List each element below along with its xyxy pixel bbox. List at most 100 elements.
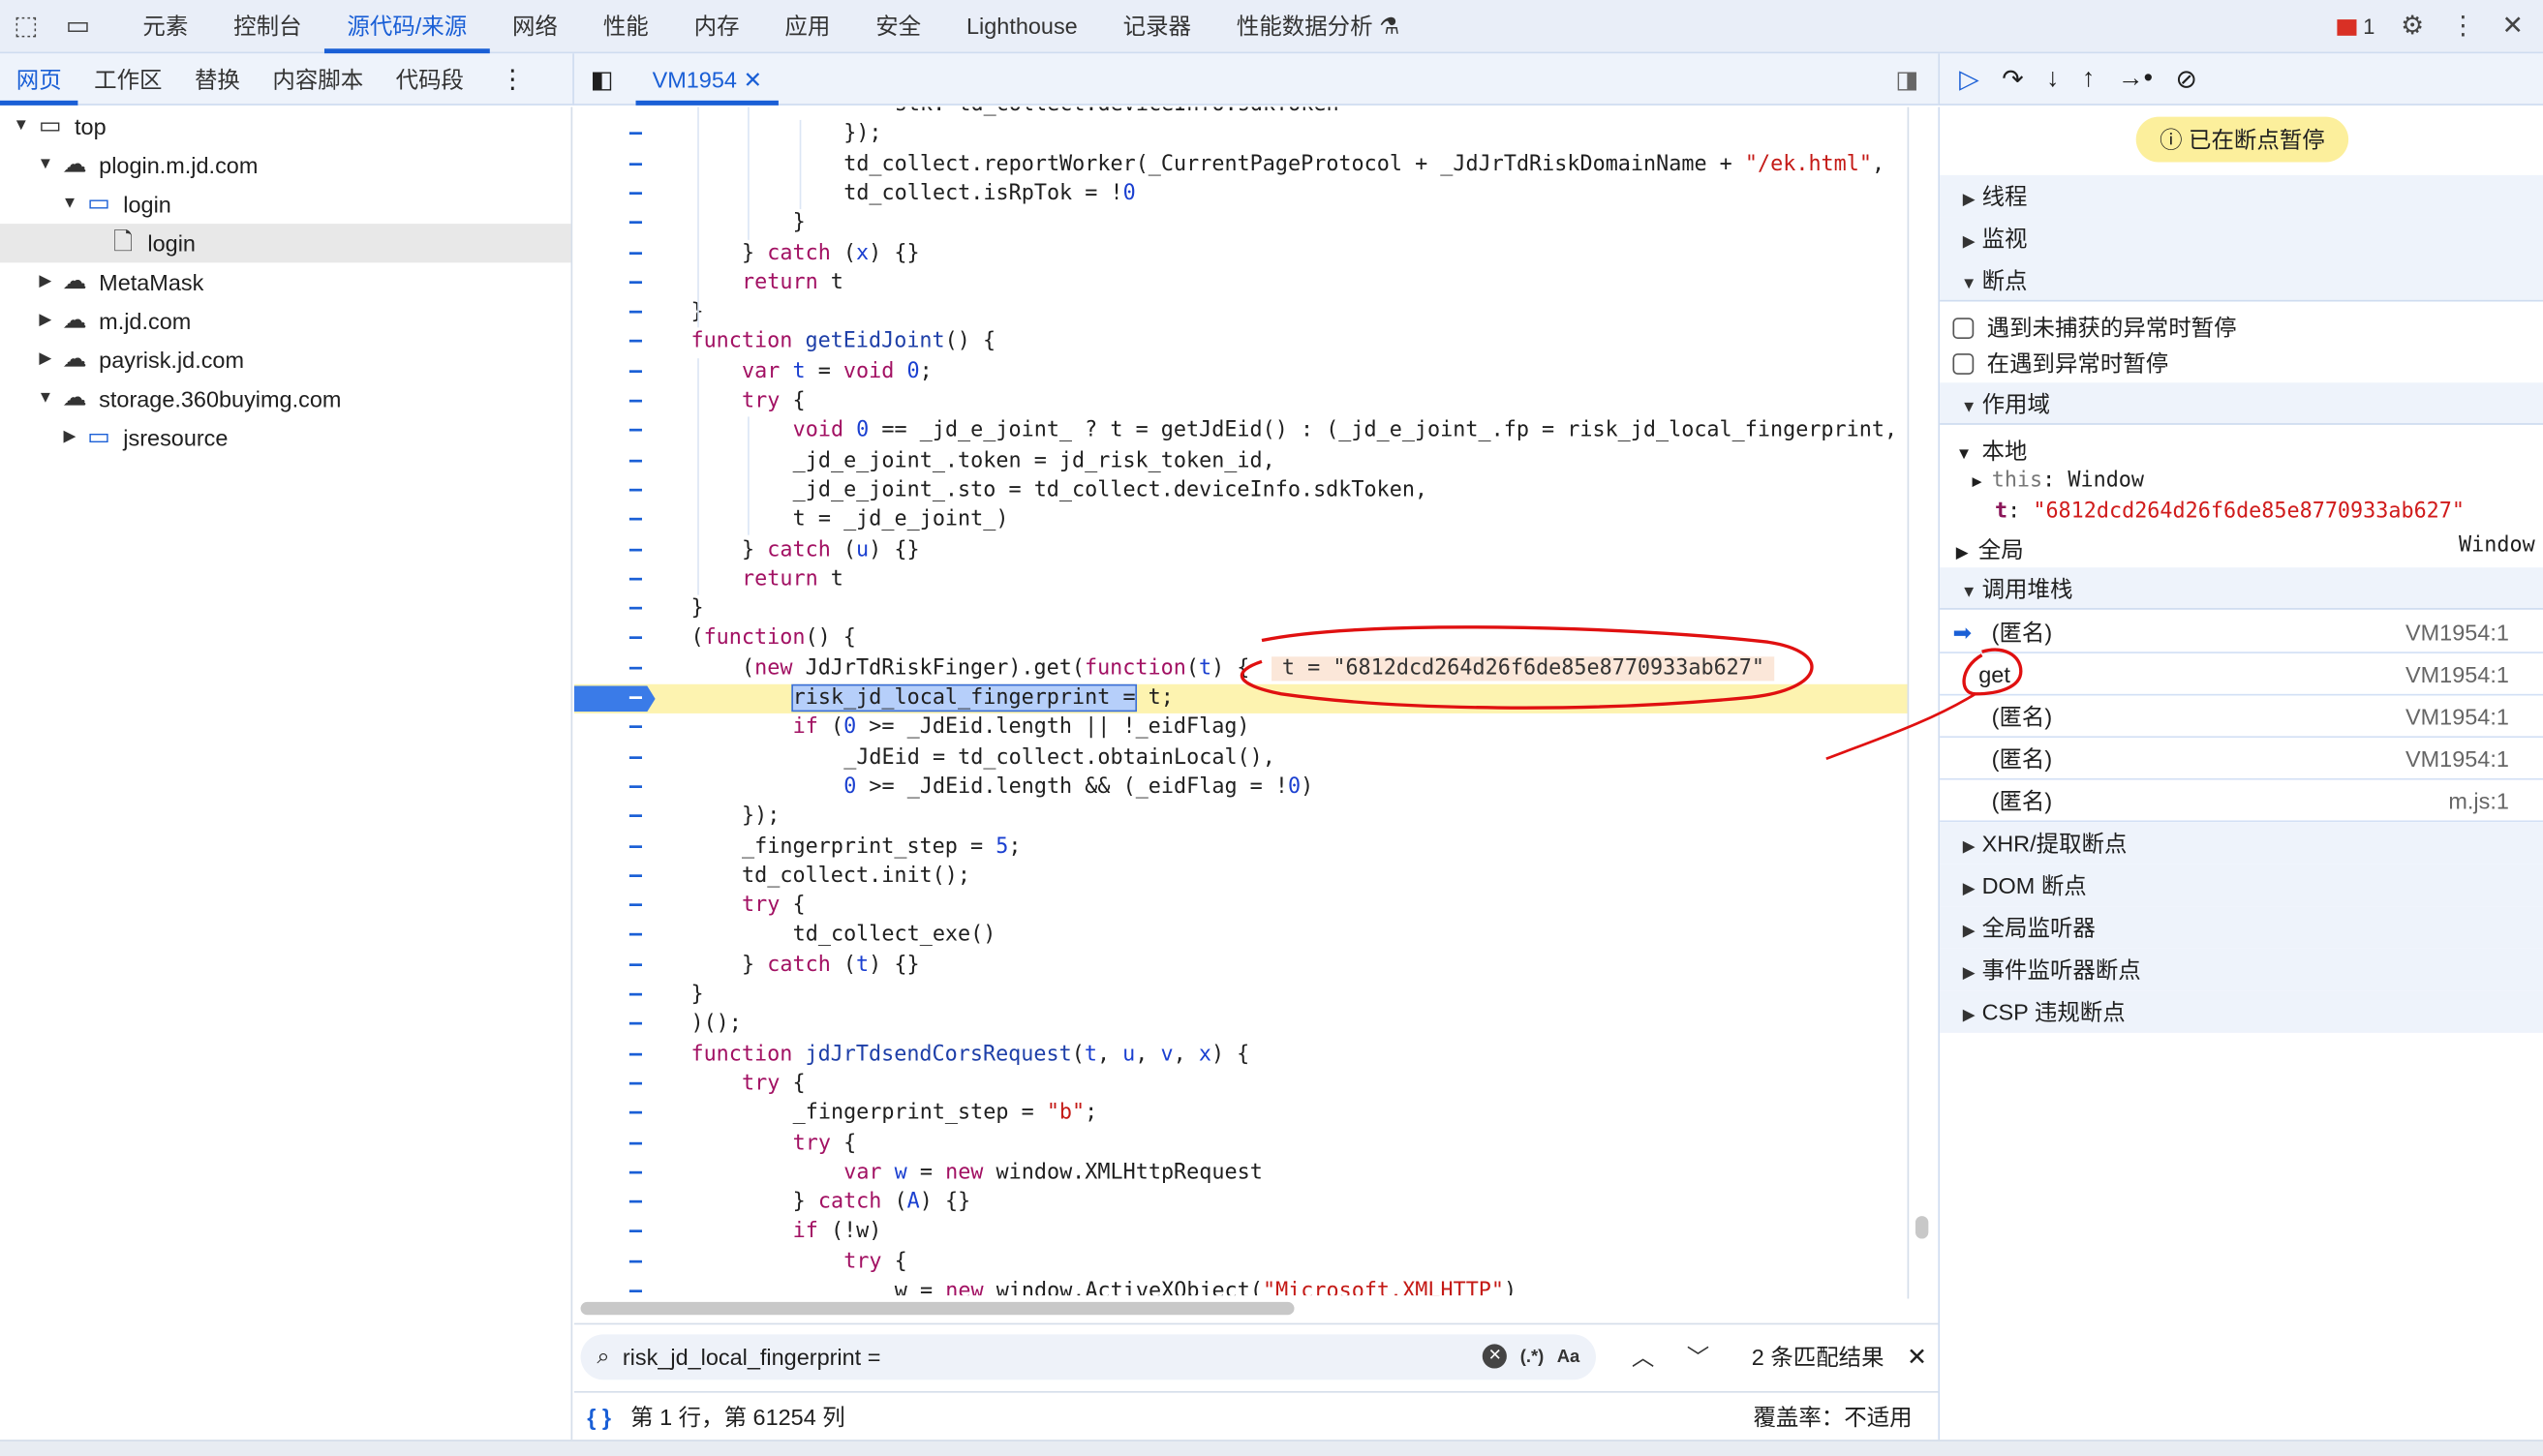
tab-panel-10[interactable]: 性能数据分析 ⚗ xyxy=(1213,0,1422,52)
scope-t[interactable]: t: "6812dcd264d26f6de85e8770933ab627" xyxy=(1940,500,2543,524)
match-case-toggle[interactable]: Aa xyxy=(1557,1347,1580,1366)
line-gutter-dash[interactable]: – xyxy=(629,981,646,1011)
line-gutter-dash[interactable]: – xyxy=(629,1041,646,1071)
tab-panel-7[interactable]: 安全 xyxy=(853,0,944,52)
line-gutter-dash[interactable]: – xyxy=(629,506,646,536)
line-gutter-dash[interactable]: – xyxy=(629,892,646,922)
section-event-listener-breakpoints[interactable]: ▶ 事件监听器断点 xyxy=(1940,948,2543,991)
clear-search-icon[interactable]: ✕ xyxy=(1483,1344,1508,1369)
tab-panel-3[interactable]: 网络 xyxy=(490,0,581,52)
line-gutter-dash[interactable]: – xyxy=(629,417,646,447)
step-over-icon[interactable]: ↷ xyxy=(2002,62,2023,94)
line-gutter-dash[interactable]: – xyxy=(629,654,646,684)
navigator-tab-0[interactable]: 网页 xyxy=(0,52,78,106)
call-frame[interactable]: get VM1954:1 xyxy=(1940,653,2543,696)
line-gutter-dash[interactable]: – xyxy=(629,1248,646,1278)
line-gutter-dash[interactable]: – xyxy=(629,1011,646,1041)
close-tab-icon[interactable]: ✕ xyxy=(743,66,762,92)
line-gutter-dash[interactable]: – xyxy=(629,269,646,299)
tab-panel-9[interactable]: 记录器 xyxy=(1100,0,1213,52)
deactivate-breakpoints-icon[interactable]: ⊘ xyxy=(2175,62,2196,94)
expanded-arrow-icon[interactable]: ▼ xyxy=(34,146,56,185)
inspect-element-icon[interactable]: ⬚ xyxy=(0,10,52,42)
more-options-icon[interactable]: ⋮ xyxy=(2450,10,2476,42)
line-gutter-dash[interactable]: – xyxy=(629,476,646,506)
tree-item[interactable]: ▶ ☁ m.jd.com xyxy=(0,302,571,341)
tab-panel-5[interactable]: 内存 xyxy=(671,0,762,52)
tree-item[interactable]: ▼ ▭ top xyxy=(0,107,571,146)
line-gutter-dash[interactable]: – xyxy=(629,298,646,328)
checkbox[interactable] xyxy=(1952,318,1975,340)
section-watch[interactable]: ▶ 监视 xyxy=(1940,217,2543,259)
line-gutter-dash[interactable]: – xyxy=(629,358,646,388)
collapsed-arrow-icon[interactable]: ▶ xyxy=(34,262,56,301)
toggle-debugger-icon[interactable]: ◨ xyxy=(1896,64,1919,93)
line-gutter-dash[interactable]: – xyxy=(629,774,646,804)
expanded-arrow-icon[interactable]: ▼ xyxy=(10,107,32,146)
close-search-icon[interactable]: ✕ xyxy=(1907,1342,1927,1371)
frame-location[interactable]: VM1954:1 xyxy=(2405,611,2509,653)
navigator-tab-2[interactable]: 替换 xyxy=(178,52,256,105)
frame-location[interactable]: VM1954:1 xyxy=(2405,738,2509,780)
tab-panel-8[interactable]: Lighthouse xyxy=(944,0,1101,52)
navigator-tab-4[interactable]: 代码段 xyxy=(380,52,480,105)
checkbox[interactable] xyxy=(1952,353,1975,375)
expanded-arrow-icon[interactable]: ▼ xyxy=(58,185,80,224)
more-tabs-icon[interactable]: ⋮ xyxy=(500,62,526,94)
line-gutter-dash[interactable]: – xyxy=(629,952,646,982)
frame-location[interactable]: VM1954:1 xyxy=(2405,695,2509,738)
vertical-scrollbar[interactable] xyxy=(1915,1216,1929,1239)
previous-match-icon[interactable]: ︿ xyxy=(1632,1340,1654,1372)
tree-item[interactable]: ▼ ▭ login xyxy=(0,185,571,224)
line-gutter-dash[interactable]: – xyxy=(629,1218,646,1248)
scope-local[interactable]: ▼ 本地 xyxy=(1940,435,2543,467)
line-gutter-dash[interactable]: – xyxy=(629,922,646,952)
line-gutter-dash[interactable]: – xyxy=(629,1278,646,1295)
section-breakpoints[interactable]: ▼ 断点 xyxy=(1940,258,2543,302)
frame-location[interactable]: VM1954:1 xyxy=(2405,653,2509,696)
code-editor[interactable]: – stk: td_collect.deviceInfo.sdkToken –});… xyxy=(573,106,1908,1295)
call-frame[interactable]: (匿名) VM1954:1 xyxy=(1940,695,2543,739)
collapsed-arrow-icon[interactable]: ▶ xyxy=(58,418,80,457)
section-scope[interactable]: ▼ 作用域 xyxy=(1940,382,2543,425)
line-gutter-dash[interactable]: – xyxy=(629,1189,646,1219)
step-into-icon[interactable]: ↓ xyxy=(2046,64,2059,93)
section-threads[interactable]: ▶ 线程 xyxy=(1940,174,2543,218)
section-csp-breakpoints[interactable]: ▶ CSP 违规断点 xyxy=(1940,990,2543,1033)
device-toolbar-icon[interactable]: ▭ xyxy=(52,10,105,42)
line-gutter-dash[interactable]: – xyxy=(629,150,646,180)
tab-panel-4[interactable]: 性能 xyxy=(580,0,671,52)
section-callstack[interactable]: ▼ 调用堆栈 xyxy=(1940,567,2543,610)
line-gutter-dash[interactable]: – xyxy=(629,239,646,269)
tree-item[interactable]: 🗋 login xyxy=(0,224,571,263)
resume-icon[interactable]: ▷ xyxy=(1959,62,1979,94)
horizontal-scrollbar[interactable] xyxy=(580,1301,1295,1316)
line-gutter-dash[interactable]: – xyxy=(629,387,646,417)
expanded-arrow-icon[interactable]: ▼ xyxy=(34,379,56,418)
pause-caught-option[interactable]: 在遇到异常时暂停 xyxy=(1940,347,2543,379)
collapsed-arrow-icon[interactable]: ▶ xyxy=(34,302,56,341)
frame-location[interactable]: m.js:1 xyxy=(2448,780,2509,823)
error-count-badge[interactable]: 1 xyxy=(2337,14,2374,38)
line-gutter-dash[interactable]: – xyxy=(629,328,646,358)
step-icon[interactable]: →• xyxy=(2118,64,2153,93)
close-devtools-icon[interactable]: ✕ xyxy=(2502,10,2524,42)
pretty-print-icon[interactable]: { } xyxy=(587,1404,611,1430)
pause-uncaught-option[interactable]: 遇到未捕获的异常时暂停 xyxy=(1940,312,2543,344)
line-gutter-dash[interactable]: – xyxy=(629,624,646,654)
tab-panel-6[interactable]: 应用 xyxy=(762,0,853,52)
line-gutter-dash[interactable]: – xyxy=(629,1159,646,1189)
scope-this[interactable]: ▶ this: Window xyxy=(1940,469,2543,493)
tab-panel-2[interactable]: 源代码/来源 xyxy=(323,0,490,53)
line-gutter-dash[interactable]: – xyxy=(629,743,646,774)
tree-item[interactable]: ▶ ☁ payrisk.jd.com xyxy=(0,341,571,379)
line-gutter-dash[interactable]: – xyxy=(629,447,646,477)
tab-panel-1[interactable]: 控制台 xyxy=(211,0,324,52)
tab-panel-0[interactable]: 元素 xyxy=(120,0,211,52)
call-frame[interactable]: (匿名) VM1954:1 xyxy=(1940,738,2543,780)
section-xhr-breakpoints[interactable]: ▶ XHR/提取断点 xyxy=(1940,822,2543,864)
line-gutter-dash[interactable]: – xyxy=(629,833,646,863)
next-match-icon[interactable]: ﹀ xyxy=(1687,1340,1709,1372)
collapsed-arrow-icon[interactable]: ▶ xyxy=(34,341,56,379)
line-gutter-dash[interactable]: – xyxy=(629,595,646,625)
